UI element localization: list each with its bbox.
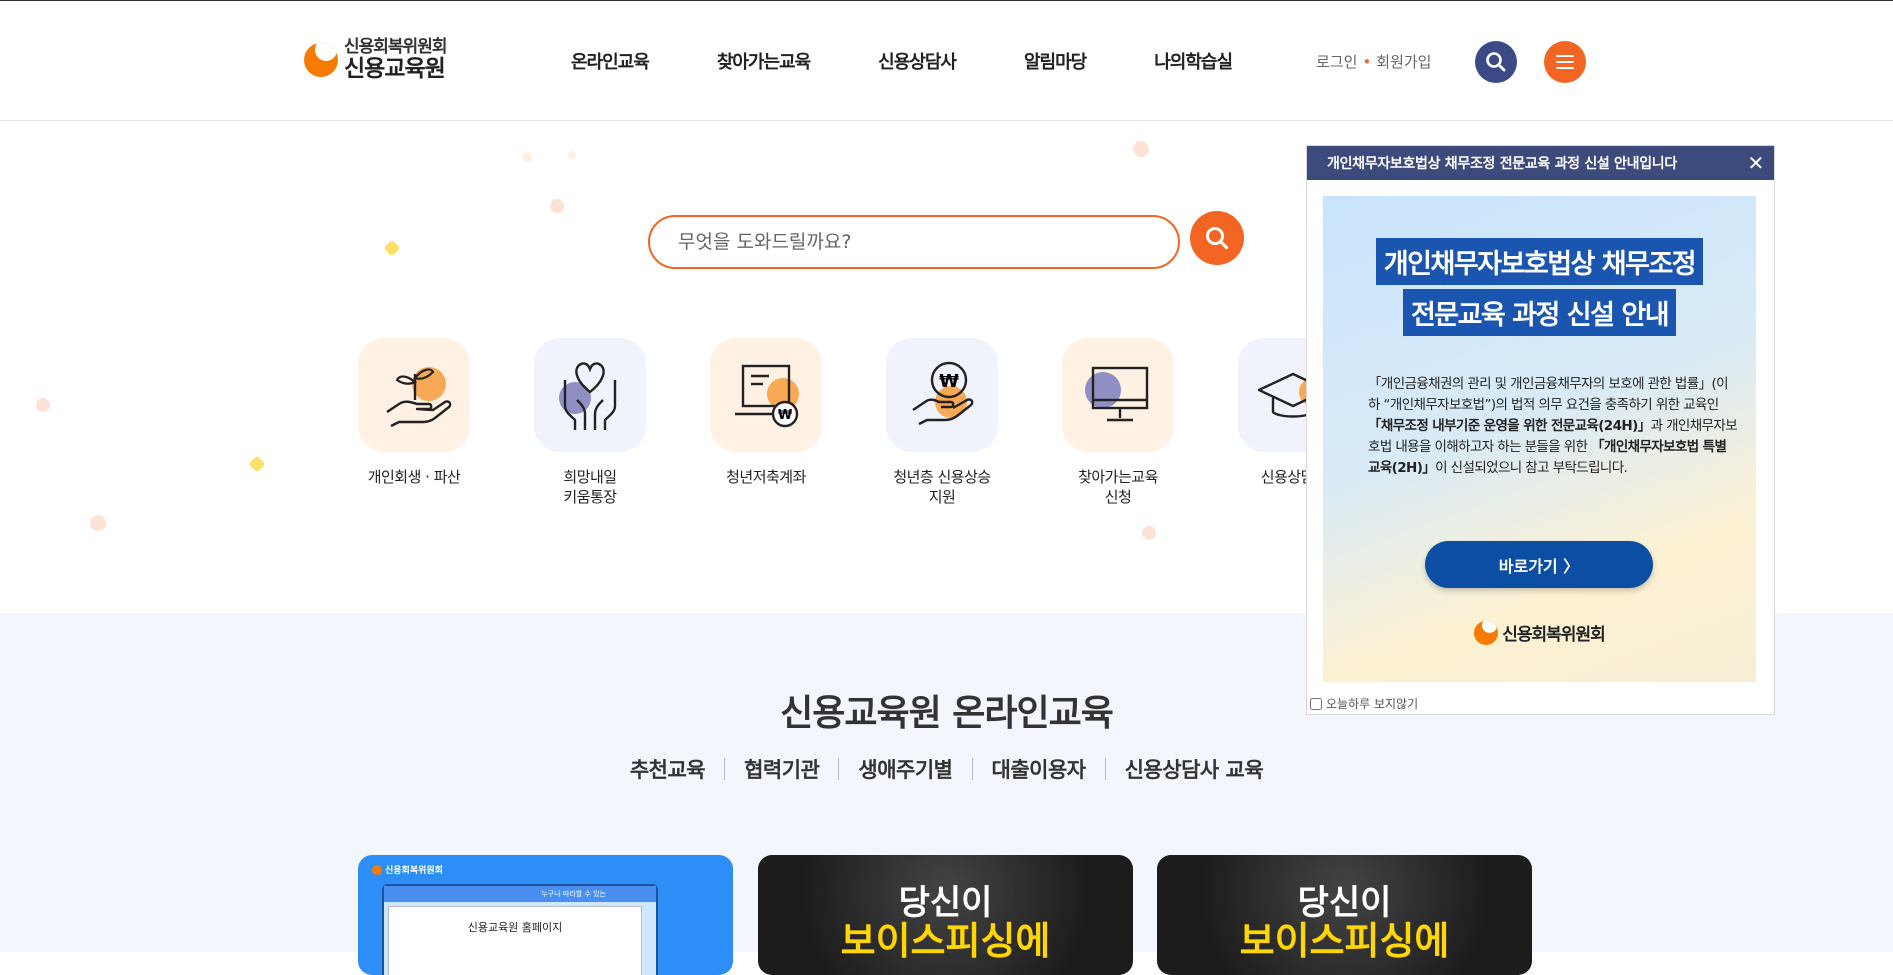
online-tabs: 추천교육 협력기관 생애주기별 대출이용자 신용상담사 교육 [0, 754, 1893, 788]
monitor-icon [1062, 338, 1174, 452]
card-headline-highlight: 보이스피싱에 [1239, 919, 1450, 963]
logo-main-text: 신용교육원 [344, 55, 446, 82]
tab-life-cycle[interactable]: 생애주기별 [839, 754, 971, 784]
header-menu-button[interactable] [1544, 41, 1586, 83]
decor-dot [568, 151, 576, 159]
site-logo[interactable]: 신용회복위원회 신용교육원 [304, 37, 447, 82]
popup-title-line1: 개인채무자보호법상 채무조정 [1375, 238, 1704, 285]
popup-go-button[interactable]: 바로가기 〉 [1425, 541, 1653, 588]
nav-credit-counselor[interactable]: 신용상담사 [878, 48, 957, 74]
card-headline: 당신이 [1297, 883, 1392, 923]
card-headline-highlight: 보이스피싱에 [840, 919, 1051, 963]
laptop-won-icon: ₩ [710, 338, 822, 452]
main-nav: 온라인교육 찾아가는교육 신용상담사 알림마당 나의학습실 [571, 48, 1300, 74]
nav-online-education[interactable]: 온라인교육 [571, 48, 650, 74]
svg-text:₩: ₩ [778, 408, 793, 423]
card-window-content: 신용교육원 홈페이지 [388, 906, 642, 975]
login-link[interactable]: 로그인 [1316, 53, 1357, 71]
dismiss-label: 오늘하루 보지않기 [1326, 697, 1419, 711]
tab-partners[interactable]: 협력기관 [725, 754, 838, 784]
tab-recommended[interactable]: 추천교육 [611, 754, 724, 788]
card-inner-title: 신용교육원 홈페이지 [467, 921, 563, 934]
tab-loan-users[interactable]: 대출이용자 [973, 754, 1105, 784]
main-search-input[interactable] [676, 230, 1150, 254]
course-card[interactable]: 당신이 보이스피싱에 [1157, 855, 1532, 975]
main-search-field [648, 215, 1180, 269]
quick-label: 청년저축계좌 [726, 468, 806, 486]
header-search-button[interactable] [1475, 41, 1517, 83]
popup-banner: 개인채무자보호법상 채무조정 전문교육 과정 신설 안내 「개인금융채권의 관리… [1323, 196, 1756, 682]
decor-dot [90, 515, 106, 531]
popup-title: 개인채무자보호법상 채무조정 전문교육 과정 신설 안내 [1323, 238, 1756, 340]
hand-won-coin-icon: ₩ [886, 338, 998, 452]
decor-sparkle [248, 455, 266, 473]
main-search-button[interactable] [1190, 211, 1244, 265]
popup-dismiss-today[interactable]: 오늘하루 보지않기 [1310, 695, 1418, 712]
popup-description: 「개인금융채권의 관리 및 개인금융채무자의 보호에 관한 법률」(이하 “개인… [1368, 374, 1738, 479]
quick-item-youth-credit[interactable]: ₩ 청년층 신용상승 지원 [886, 338, 998, 507]
search-icon [1486, 52, 1506, 72]
hand-plant-icon [358, 338, 470, 452]
hamburger-icon [1556, 55, 1574, 69]
nav-notice[interactable]: 알림마당 [1024, 48, 1087, 74]
card-headline: 당신이 [898, 883, 993, 923]
notice-popup: 개인채무자보호법상 채무조정 전문교육 과정 신설 안내입니다 ✕ 개인채무자보… [1306, 145, 1775, 715]
course-card[interactable]: 신용회복위원회 누구나 따라할 수 있는 신용교육원 홈페이지 [358, 855, 733, 975]
card-window-bar: 누구나 따라할 수 있는 [384, 886, 656, 902]
logo-sub-text: 신용회복위원회 [344, 37, 447, 57]
hands-heart-icon [534, 338, 646, 452]
popup-desc-text: 이 신설되었으니 참고 부탁드립니다. [1435, 460, 1628, 476]
popup-desc-bold: 「채무조정 내부기준 운영을 위한 전문교육(24H)」 [1368, 418, 1651, 434]
popup-logo-text: 신용회복위원회 [1502, 625, 1605, 645]
nav-my-classroom[interactable]: 나의학습실 [1154, 48, 1233, 74]
popup-header-text: 개인채무자보호법상 채무조정 전문교육 과정 신설 안내입니다 [1327, 156, 1677, 172]
close-icon[interactable]: ✕ [1748, 151, 1765, 175]
logo-mark-icon [304, 42, 338, 77]
svg-text:₩: ₩ [939, 371, 959, 392]
quick-item-visiting-education[interactable]: 찾아가는교육 신청 [1062, 338, 1174, 507]
search-icon [1206, 227, 1229, 250]
quick-label: 청년층 신용상승 지원 [893, 468, 991, 506]
decor-dot [550, 199, 564, 213]
site-header: 신용회복위원회 신용교육원 온라인교육 찾아가는교육 신용상담사 알림마당 나의… [0, 1, 1893, 121]
util-dot: • [1362, 53, 1372, 71]
decor-sparkle [383, 239, 401, 257]
decor-dot [1133, 141, 1149, 157]
logo-mark-icon [372, 864, 382, 875]
quick-label: 개인회생 · 파산 [367, 468, 461, 486]
nav-visiting-education[interactable]: 찾아가는교육 [717, 48, 811, 74]
popup-title-line2: 전문교육 과정 신설 안내 [1402, 289, 1677, 336]
dismiss-checkbox[interactable] [1310, 697, 1322, 710]
card-window-illustration: 누구나 따라할 수 있는 신용교육원 홈페이지 [382, 884, 658, 975]
util-links: 로그인 • 회원가입 [1316, 51, 1431, 72]
course-card[interactable]: 당신이 보이스피싱에 [758, 855, 1133, 975]
popup-header: 개인채무자보호법상 채무조정 전문교육 과정 신설 안내입니다 ✕ [1307, 146, 1774, 180]
quick-item-hope-account[interactable]: 희망내일 키움통장 [534, 338, 646, 507]
signup-link[interactable]: 회원가입 [1376, 53, 1431, 71]
quick-item-rehabilitation[interactable]: 개인회생 · 파산 [358, 338, 470, 488]
decor-dot [36, 398, 50, 412]
popup-desc-text: 「개인금융채권의 관리 및 개인금융채무자의 보호에 관한 법률」(이하 “개인… [1368, 376, 1729, 413]
popup-logo: 신용회복위원회 [1323, 620, 1756, 645]
tab-counselor-education[interactable]: 신용상담사 교육 [1106, 754, 1283, 784]
quick-label: 희망내일 키움통장 [563, 468, 617, 506]
quick-item-youth-savings[interactable]: ₩ 청년저축계좌 [710, 338, 822, 488]
decor-dot [522, 152, 532, 162]
quick-label: 찾아가는교육 신청 [1078, 468, 1158, 506]
decor-dot [1142, 526, 1156, 540]
card-brand-text: 신용회복위원회 [385, 866, 443, 876]
logo-mark-icon [1474, 620, 1499, 645]
card-brand: 신용회복위원회 [372, 863, 443, 876]
